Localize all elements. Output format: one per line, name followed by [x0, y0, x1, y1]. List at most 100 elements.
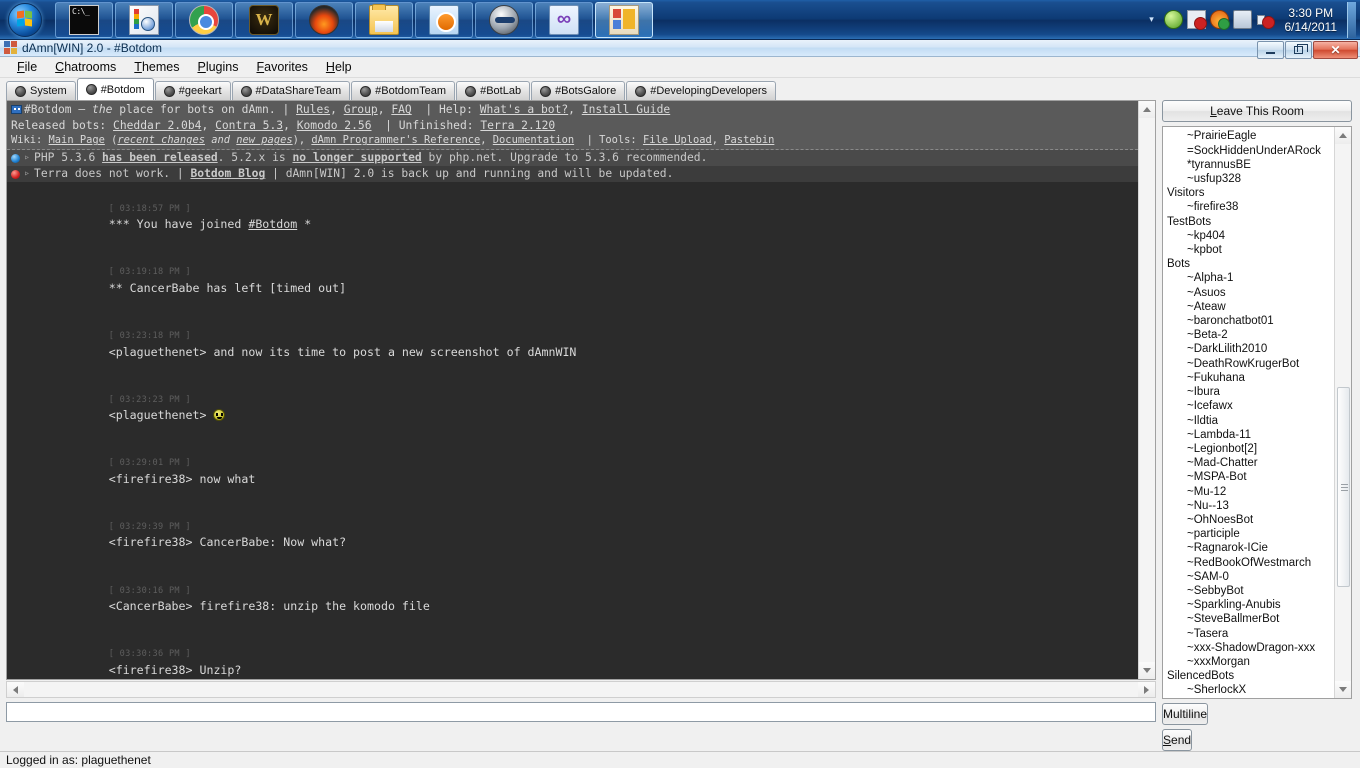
- user-list-item[interactable]: ~SAM-0: [1165, 570, 1334, 584]
- tab-system[interactable]: System: [6, 81, 76, 101]
- tab-geekart[interactable]: #geekart: [154, 81, 231, 101]
- message-link-channel[interactable]: #Botdom: [248, 217, 297, 231]
- userlist-scroll-down-button[interactable]: [1334, 680, 1351, 698]
- tray-expand-chevron-icon[interactable]: ▾: [1142, 14, 1162, 25]
- user-list-item[interactable]: ~kpbot: [1165, 243, 1334, 257]
- userlist-scroll-thumb[interactable]: [1337, 387, 1350, 588]
- bot-link-komodo[interactable]: Komodo 2.56: [297, 119, 372, 132]
- tab-developingdevelopers[interactable]: #DevelopingDevelopers: [626, 81, 777, 101]
- user-list-item[interactable]: ~Legionbot[2]: [1165, 442, 1334, 456]
- user-list-item[interactable]: ~Mad-Chatter: [1165, 456, 1334, 470]
- user-list-item[interactable]: ~OhNoesBot: [1165, 513, 1334, 527]
- network-error-icon[interactable]: [1186, 10, 1207, 30]
- notice-link-no-longer-supported[interactable]: no longer supported: [293, 151, 422, 164]
- user-list-item[interactable]: ~Ateaw: [1165, 300, 1334, 314]
- chat-vertical-scrollbar[interactable]: [1138, 101, 1155, 680]
- scroll-down-button[interactable]: [1138, 662, 1155, 680]
- taskbar-button-visual-studio[interactable]: [535, 1, 593, 38]
- user-list-item[interactable]: ~Alpha-1: [1165, 271, 1334, 285]
- message-nick[interactable]: <plaguethenet>: [109, 345, 207, 359]
- user-list-item[interactable]: ~MSPA-Bot: [1165, 470, 1334, 484]
- monitor-icon[interactable]: [1232, 10, 1252, 29]
- user-list-item[interactable]: ~Icefawx: [1165, 399, 1334, 413]
- show-desktop-button[interactable]: [1347, 1, 1356, 38]
- topic-link-group[interactable]: Group: [344, 103, 378, 116]
- user-list-item[interactable]: ~Asuos: [1165, 286, 1334, 300]
- bot-link-contra[interactable]: Contra 5.3: [215, 119, 283, 132]
- wiki-link-main-page[interactable]: Main Page: [49, 134, 105, 146]
- user-list-item[interactable]: ~SherlockX: [1165, 683, 1334, 697]
- bot-link-terra[interactable]: Terra 2.120: [480, 119, 555, 132]
- taskbar-button-wow[interactable]: [235, 1, 293, 38]
- user-list-item[interactable]: ~participle: [1165, 527, 1334, 541]
- user-list-item[interactable]: ~kp404: [1165, 229, 1334, 243]
- taskbar-button-paint[interactable]: [115, 1, 173, 38]
- user-list-item[interactable]: ~SebbyBot: [1165, 584, 1334, 598]
- taskbar-button-media-player[interactable]: [415, 1, 473, 38]
- notice-link-php-released[interactable]: has been released: [102, 151, 218, 164]
- chat-horizontal-scrollbar[interactable]: [6, 681, 1156, 699]
- menu-chatrooms[interactable]: Chatrooms: [46, 57, 125, 77]
- user-list-item[interactable]: ~PrairieEagle: [1165, 129, 1334, 143]
- user-list-item[interactable]: ~Beta-2: [1165, 328, 1334, 342]
- tab-datashareteam[interactable]: #DataShareTeam: [231, 81, 351, 101]
- wiki-link-recent-changes[interactable]: recent changes: [117, 134, 205, 146]
- user-list-item[interactable]: ~firefire38: [1165, 200, 1334, 214]
- user-list-item[interactable]: ~RedBookOfWestmarch: [1165, 556, 1334, 570]
- message-nick[interactable]: <firefire38>: [109, 663, 193, 677]
- wiki-link-documentation[interactable]: Documentation: [493, 134, 574, 146]
- menu-plugins[interactable]: Plugins: [188, 57, 247, 77]
- tab-botsgalore[interactable]: #BotsGalore: [531, 81, 626, 101]
- scroll-up-button[interactable]: [1138, 101, 1155, 119]
- menu-help[interactable]: Help: [317, 57, 361, 77]
- user-list-item[interactable]: ~usfup328: [1165, 172, 1334, 186]
- taskbar-button-damn-win[interactable]: [595, 1, 653, 38]
- message-nick[interactable]: <firefire38>: [109, 472, 193, 486]
- scroll-left-button[interactable]: [7, 682, 24, 698]
- taskbar-button-firefox[interactable]: [295, 1, 353, 38]
- speaker-muted-icon[interactable]: [1256, 10, 1275, 29]
- topic-link-install-guide[interactable]: Install Guide: [582, 103, 670, 116]
- tab-botdomteam[interactable]: #BotdomTeam: [351, 81, 456, 101]
- scroll-right-button[interactable]: [1138, 682, 1155, 698]
- maximize-button[interactable]: [1285, 41, 1312, 59]
- user-list-item[interactable]: ~Sparkling-Anubis: [1165, 598, 1334, 612]
- clock[interactable]: 3:30 PM 6/14/2011: [1277, 6, 1348, 34]
- userlist-scroll-up-button[interactable]: [1334, 127, 1351, 145]
- flame-ok-icon[interactable]: [1209, 10, 1230, 30]
- leave-this-room-button[interactable]: Leave This Room: [1162, 100, 1352, 123]
- user-list-item[interactable]: ~Ragnarok-ICie: [1165, 541, 1334, 555]
- taskbar-button-command-prompt[interactable]: [55, 1, 113, 38]
- user-list-item[interactable]: ~Tasera: [1165, 627, 1334, 641]
- message-nick[interactable]: <plaguethenet>: [109, 408, 207, 422]
- close-button[interactable]: ✕: [1313, 41, 1358, 59]
- topic-link-rules[interactable]: Rules: [296, 103, 330, 116]
- minimize-button[interactable]: [1257, 41, 1284, 59]
- menu-file[interactable]: File: [8, 57, 46, 77]
- taskbar-button-explorer[interactable]: [355, 1, 413, 38]
- message-input[interactable]: [6, 702, 1156, 723]
- user-list-item[interactable]: ~Fukuhana: [1165, 371, 1334, 385]
- green-pill-icon[interactable]: [1163, 10, 1183, 29]
- menu-themes[interactable]: Themes: [125, 57, 188, 77]
- user-list[interactable]: ~PrairieEagle =SockHiddenUnderARock *tyran…: [1163, 127, 1334, 697]
- user-list-item[interactable]: *tyrannusBE: [1165, 158, 1334, 172]
- topic-link-faq[interactable]: FAQ: [391, 103, 411, 116]
- wiki-link-new-pages[interactable]: new pages: [236, 134, 292, 146]
- start-button[interactable]: [2, 2, 48, 38]
- tab-botlab[interactable]: #BotLab: [456, 81, 531, 101]
- send-button[interactable]: Send: [1162, 728, 1193, 751]
- user-list-item[interactable]: ~Ildtia: [1165, 414, 1334, 428]
- user-list-scrollbar[interactable]: [1334, 127, 1351, 698]
- user-list-item[interactable]: ~SteveBallmerBot: [1165, 612, 1334, 626]
- user-list-item[interactable]: ~DeathRowKrugerBot: [1165, 357, 1334, 371]
- tools-link-pastebin[interactable]: Pastebin: [724, 134, 774, 146]
- wiki-link-programmers-reference[interactable]: dAmn Programmer's Reference: [311, 134, 480, 146]
- user-list-item[interactable]: ~Lambda-11: [1165, 428, 1334, 442]
- user-list-item[interactable]: ~Ibura: [1165, 385, 1334, 399]
- multiline-button[interactable]: Multiline: [1162, 702, 1209, 725]
- tab-botdom[interactable]: #Botdom: [76, 78, 154, 101]
- user-list-item[interactable]: ~Mu-12: [1165, 485, 1334, 499]
- message-nick[interactable]: <CancerBabe>: [109, 599, 193, 613]
- tools-link-file-upload[interactable]: File Upload: [643, 134, 712, 146]
